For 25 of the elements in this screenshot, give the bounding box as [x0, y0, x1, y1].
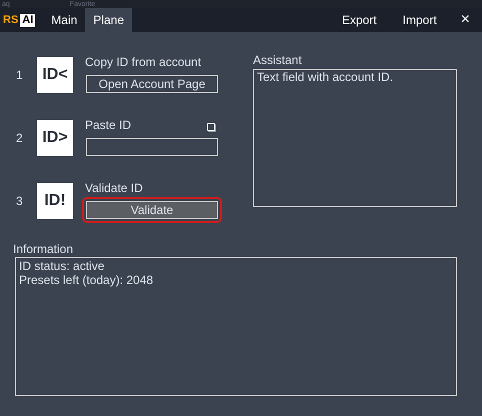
close-button[interactable]: ×	[460, 12, 470, 28]
checkbox-icon	[207, 123, 215, 131]
menu-button[interactable]: Import	[402, 11, 437, 29]
information-label: Information	[13, 242, 74, 256]
id-input-field[interactable]	[86, 138, 218, 156]
step-number: 2	[16, 130, 24, 146]
step-label: Paste ID	[85, 118, 132, 132]
id-badge: ID<	[37, 56, 73, 92]
step-label: Copy ID from account	[85, 55, 202, 69]
step-number: 1	[16, 66, 24, 84]
assistant-text-area[interactable]: Text field with account ID.	[253, 69, 457, 207]
info-line: Presets left (today): 2048	[19, 273, 154, 287]
id-badge: ID!	[37, 182, 73, 218]
step-label: Validate ID	[85, 181, 143, 195]
menu-button[interactable]: Export	[342, 11, 377, 29]
step-button[interactable]: Validate	[86, 201, 218, 219]
info-line: ID status: active	[19, 259, 106, 273]
step-button[interactable]: Open Account Page	[86, 75, 218, 93]
id-badge: ID>	[37, 120, 73, 156]
step-number: 3	[16, 192, 24, 210]
tab[interactable]: Plane	[85, 8, 132, 32]
tab[interactable]: Main	[43, 8, 86, 32]
assistant-label: Assistant	[253, 53, 303, 67]
logo-badge: AI	[20, 14, 36, 26]
logo-text: RS	[3, 12, 18, 28]
